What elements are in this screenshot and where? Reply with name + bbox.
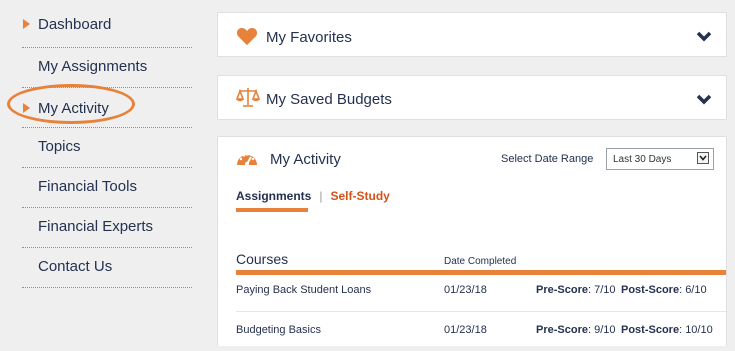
course-date: 01/23/18 bbox=[444, 324, 487, 336]
pre-score: Pre-Score: 7/10 bbox=[536, 284, 616, 296]
sidebar-item-financial-experts[interactable]: Financial Experts bbox=[22, 208, 192, 248]
sidebar-item-dashboard[interactable]: Dashboard bbox=[22, 6, 192, 48]
scale-icon bbox=[236, 88, 260, 107]
post-score: Post-Score: 6/10 bbox=[621, 284, 707, 296]
panel-title: My Activity bbox=[270, 151, 341, 168]
activity-tabs: Assignments | Self-Study bbox=[236, 189, 390, 203]
sidebar-item-label: Topics bbox=[38, 138, 81, 155]
chevron-down-icon[interactable] bbox=[696, 94, 712, 105]
sidebar-nav: Dashboard My Assignments My Activity Top… bbox=[0, 0, 200, 333]
post-score: Post-Score: 10/10 bbox=[621, 324, 713, 336]
select-dropdown-icon bbox=[697, 152, 709, 164]
saved-budgets-panel[interactable]: My Saved Budgets bbox=[217, 75, 727, 120]
caret-right-icon bbox=[23, 19, 30, 29]
speedometer-icon bbox=[237, 153, 257, 166]
my-activity-panel: My Activity Select Date Range Last 30 Da… bbox=[217, 136, 727, 346]
highlight-circle bbox=[7, 84, 135, 124]
courses-header: Courses bbox=[236, 251, 289, 267]
tab-assignments[interactable]: Assignments bbox=[236, 189, 311, 203]
tab-separator: | bbox=[319, 189, 323, 203]
chevron-down-icon[interactable] bbox=[696, 31, 712, 42]
active-tab-underline bbox=[236, 208, 308, 212]
tab-self-study[interactable]: Self-Study bbox=[330, 189, 389, 203]
favorites-panel[interactable]: My Favorites bbox=[217, 12, 727, 57]
sidebar-item-label: My Assignments bbox=[38, 58, 148, 75]
panel-title: My Favorites bbox=[266, 29, 352, 46]
main-content: My Favorites My Saved Budgets My Activit… bbox=[200, 0, 735, 346]
sidebar-item-my-assignments[interactable]: My Assignments bbox=[22, 48, 192, 88]
sidebar-item-label: Contact Us bbox=[38, 258, 113, 275]
date-completed-header: Date Completed bbox=[444, 256, 517, 267]
sidebar-item-topics[interactable]: Topics bbox=[22, 128, 192, 168]
table-row[interactable]: Paying Back Student Loans 01/23/18 Pre-S… bbox=[236, 271, 726, 312]
date-range-value: Last 30 Days bbox=[613, 154, 672, 165]
course-name: Paying Back Student Loans bbox=[236, 284, 372, 296]
sidebar-item-label: Financial Tools bbox=[38, 178, 137, 195]
date-range-select[interactable]: Last 30 Days bbox=[606, 148, 714, 170]
course-date: 01/23/18 bbox=[444, 284, 487, 296]
sidebar-item-contact-us[interactable]: Contact Us bbox=[22, 248, 192, 288]
sidebar-item-financial-tools[interactable]: Financial Tools bbox=[22, 168, 192, 208]
date-range-label: Select Date Range bbox=[501, 153, 594, 165]
panel-title: My Saved Budgets bbox=[266, 91, 392, 108]
sidebar-item-label: Financial Experts bbox=[38, 218, 154, 235]
pre-score: Pre-Score: 9/10 bbox=[536, 324, 616, 336]
heart-icon bbox=[236, 27, 258, 46]
course-name: Budgeting Basics bbox=[236, 324, 321, 336]
table-row[interactable]: Budgeting Basics 01/23/18 Pre-Score: 9/1… bbox=[236, 311, 726, 351]
sidebar-item-label: Dashboard bbox=[38, 16, 112, 33]
